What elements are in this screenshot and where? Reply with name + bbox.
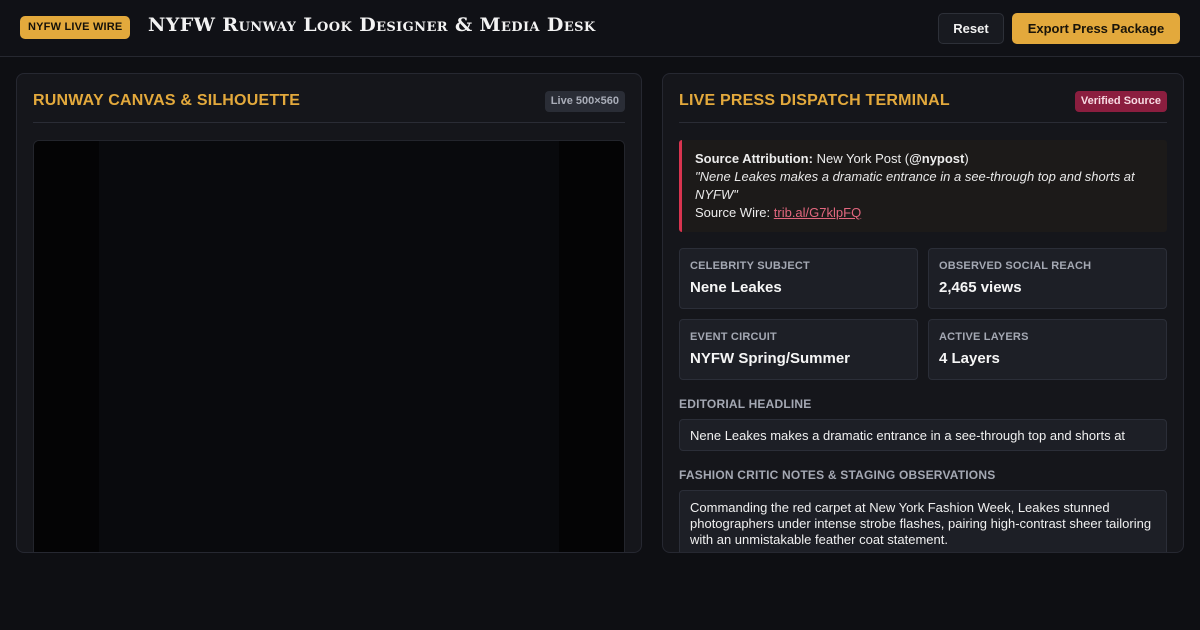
event-circuit-card: EVENT CIRCUIT NYFW Spring/Summer <box>679 319 918 380</box>
export-press-package-button[interactable]: Export Press Package <box>1012 13 1180 44</box>
attribution-quote: "Nene Leakes makes a dramatic entrance i… <box>695 169 1135 202</box>
celebrity-subject-card: CELEBRITY SUBJECT Nene Leakes <box>679 248 918 309</box>
attribution-label: Source Attribution: <box>695 151 813 166</box>
source-wire-label: Source Wire: <box>695 205 771 220</box>
source-attribution-block: Source Attribution: New York Post (@nypo… <box>679 140 1167 232</box>
runway-canvas-panel: RUNWAY CANVAS & SILHOUETTE Live 500×560 <box>16 73 642 553</box>
social-reach-card: OBSERVED SOCIAL REACH 2,465 views <box>928 248 1167 309</box>
app-title: NYFW Runway Look Designer & Media Desk <box>148 14 596 36</box>
source-wire-link[interactable]: trib.al/G7klpFQ <box>774 205 861 220</box>
editorial-headline-input[interactable] <box>679 419 1167 451</box>
canvas-left-shade <box>34 141 99 552</box>
attribution-outlet: New York Post ( <box>816 151 910 166</box>
canvas-size-tag: Live 500×560 <box>544 91 625 112</box>
canvas-panel-divider <box>33 122 625 123</box>
verified-source-badge: Verified Source <box>1074 91 1167 112</box>
attribution-handle: @nypost <box>909 151 965 166</box>
canvas-panel-title: RUNWAY CANVAS & SILHOUETTE <box>33 92 301 109</box>
stat-label: OBSERVED SOCIAL REACH <box>939 260 1092 272</box>
critic-notes-textarea[interactable]: Commanding the red carpet at New York Fa… <box>679 490 1167 552</box>
attribution-close: ) <box>964 151 969 166</box>
runway-canvas[interactable] <box>33 140 625 552</box>
attribution-line: Source Attribution: New York Post (@nypo… <box>695 150 1153 168</box>
stat-label: ACTIVE LAYERS <box>939 331 1029 343</box>
live-wire-badge: NYFW LIVE WIRE <box>20 16 131 39</box>
active-layers-card: ACTIVE LAYERS 4 Layers <box>928 319 1167 380</box>
press-panel-title: LIVE PRESS DISPATCH TERMINAL <box>679 92 950 109</box>
stat-value: Nene Leakes <box>690 279 782 296</box>
press-dispatch-panel: LIVE PRESS DISPATCH TERMINAL Verified So… <box>662 73 1184 553</box>
stat-value: NYFW Spring/Summer <box>690 350 851 367</box>
press-panel-divider <box>679 122 1167 123</box>
top-bar: NYFW LIVE WIRE NYFW Runway Look Designer… <box>0 0 1200 57</box>
source-wire-line: Source Wire: trib.al/G7klpFQ <box>695 204 1153 222</box>
editorial-headline-label: EDITORIAL HEADLINE <box>679 397 812 411</box>
stat-value: 4 Layers <box>939 350 1000 367</box>
stat-value: 2,465 views <box>939 279 1022 296</box>
stat-label: CELEBRITY SUBJECT <box>690 260 810 272</box>
canvas-right-shade <box>559 141 624 552</box>
critic-notes-label: FASHION CRITIC NOTES & STAGING OBSERVATI… <box>679 468 996 482</box>
reset-button[interactable]: Reset <box>938 13 1004 44</box>
stat-label: EVENT CIRCUIT <box>690 331 777 343</box>
